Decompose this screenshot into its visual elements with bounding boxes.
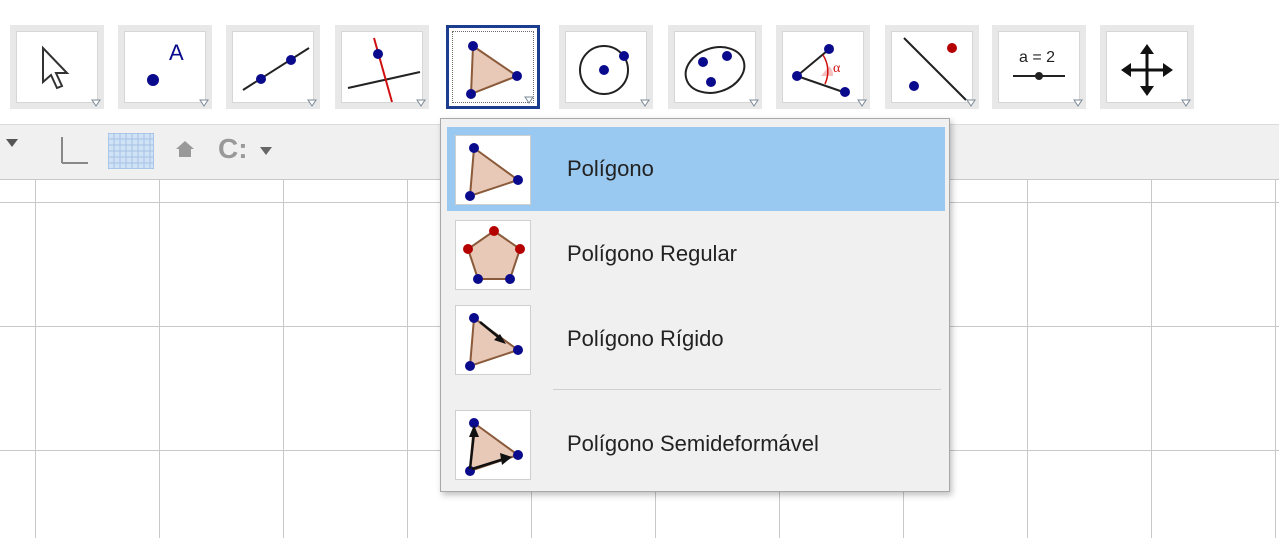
menu-item-label: Polígono Regular xyxy=(567,241,738,266)
vector-polygon-icon xyxy=(465,418,523,476)
tool-point[interactable]: A xyxy=(118,25,212,109)
caret-down-icon[interactable] xyxy=(307,99,317,107)
regular-polygon-icon xyxy=(463,226,525,284)
tool-angle-face: α xyxy=(782,31,864,103)
tool-polygon[interactable] xyxy=(446,25,540,109)
menu-item-regular-polygon-icon-box xyxy=(455,220,531,290)
tool-circle-face xyxy=(565,31,647,103)
menu-item-regular-polygon[interactable]: Polígono Regular xyxy=(447,212,945,296)
rigid-polygon-icon xyxy=(465,313,523,371)
tool-polygon-face xyxy=(452,31,534,103)
ellipse-icon xyxy=(684,46,746,94)
caret-down-icon[interactable] xyxy=(91,99,101,107)
menu-separator xyxy=(553,389,941,390)
polygon-tools-dropdown: Polígono Polígono Regular Polígono Rígid… xyxy=(440,118,950,492)
menu-item-rigid-polygon-icon-box xyxy=(455,305,531,375)
tool-angle[interactable]: α xyxy=(776,25,870,109)
tool-reflect[interactable] xyxy=(885,25,979,109)
slider-icon: a = 2 xyxy=(1013,49,1065,80)
tool-conic-face xyxy=(674,31,756,103)
tool-circle[interactable] xyxy=(559,25,653,109)
tool-line[interactable] xyxy=(226,25,320,109)
style-bar-toggle-icon[interactable] xyxy=(4,137,22,151)
tool-slider-face: a = 2 xyxy=(998,31,1080,103)
tool-line-face xyxy=(232,31,314,103)
perpendicular-line-icon xyxy=(347,37,421,103)
home-icon[interactable] xyxy=(174,139,196,159)
tool-point-face: A xyxy=(124,31,206,103)
caret-down-icon[interactable] xyxy=(1073,99,1083,107)
axes-icon[interactable] xyxy=(54,133,90,167)
menu-item-vector-polygon[interactable]: Polígono Semideformável xyxy=(447,402,945,486)
menu-item-rigid-polygon[interactable]: Polígono Rígido xyxy=(447,297,945,381)
tool-perpendicular[interactable] xyxy=(335,25,429,109)
point-icon: A xyxy=(147,40,184,86)
tool-conic[interactable] xyxy=(668,25,762,109)
menu-item-label: Polígono Semideformável xyxy=(567,431,819,456)
caret-down-icon[interactable] xyxy=(199,99,209,107)
polygon-icon xyxy=(466,41,522,99)
reflect-line-icon xyxy=(903,37,967,101)
caret-down-icon[interactable] xyxy=(524,96,534,104)
arrow-cursor-icon xyxy=(42,45,70,90)
tool-move-face xyxy=(16,31,98,103)
main-toolbar: A α a = 2 xyxy=(0,14,1279,124)
menu-item-label: Polígono xyxy=(567,156,654,181)
caret-down-icon[interactable] xyxy=(640,99,650,107)
line-icon xyxy=(242,47,310,91)
caret-down-icon[interactable] xyxy=(966,99,976,107)
point-capturing-label[interactable]: C: xyxy=(218,133,248,165)
tool-move-view[interactable] xyxy=(1100,25,1194,109)
circle-center-point-icon xyxy=(579,45,629,95)
point-label-text: A xyxy=(169,40,184,65)
menu-item-label: Polígono Rígido xyxy=(567,326,724,351)
move-graphics-view-icon xyxy=(1121,44,1173,96)
tool-perpendicular-face xyxy=(341,31,423,103)
menu-item-polygon-icon-box xyxy=(455,135,531,205)
angle-label-text: α xyxy=(833,61,841,76)
caret-down-icon[interactable] xyxy=(749,99,759,107)
polygon-icon xyxy=(465,143,523,201)
window-title-strip xyxy=(0,0,1279,14)
point-capturing-dropdown-icon[interactable] xyxy=(258,145,276,157)
caret-down-icon[interactable] xyxy=(416,99,426,107)
menu-item-vector-polygon-icon-box xyxy=(455,410,531,480)
caret-down-icon[interactable] xyxy=(1181,99,1191,107)
grid-icon[interactable] xyxy=(108,133,154,169)
tool-move[interactable] xyxy=(10,25,104,109)
tool-move-view-face xyxy=(1106,31,1188,103)
slider-label-text: a = 2 xyxy=(1019,49,1055,66)
menu-item-polygon[interactable]: Polígono xyxy=(447,127,945,211)
angle-icon: α xyxy=(792,44,850,97)
caret-down-icon[interactable] xyxy=(857,99,867,107)
tool-slider[interactable]: a = 2 xyxy=(992,25,1086,109)
tool-reflect-face xyxy=(891,31,973,103)
